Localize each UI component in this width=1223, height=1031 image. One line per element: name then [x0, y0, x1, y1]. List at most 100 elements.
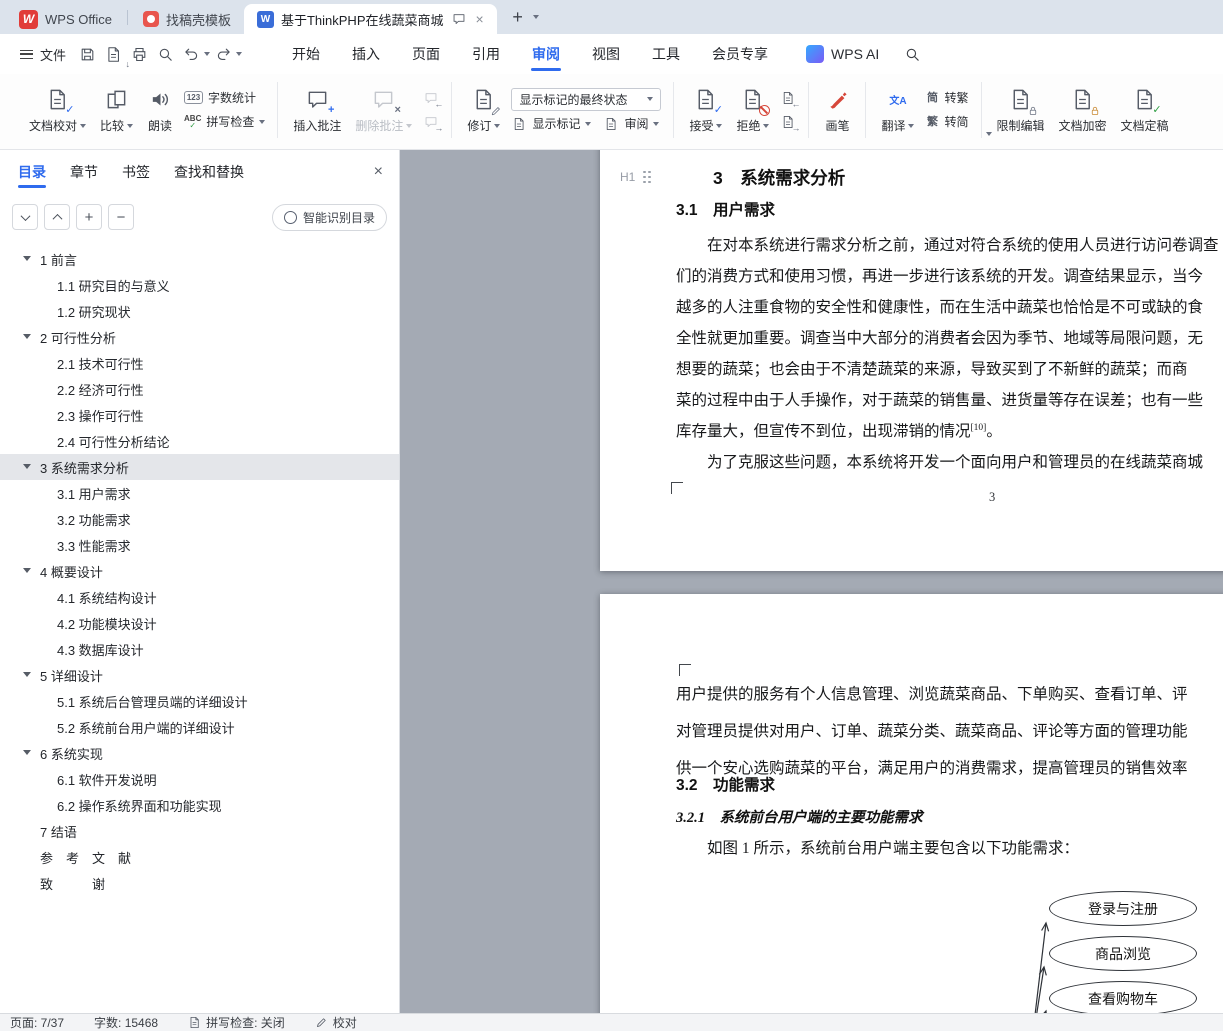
redo-chevron-icon[interactable]: [236, 52, 243, 56]
encrypt-document-button[interactable]: 文档加密: [1052, 84, 1114, 136]
toc-item[interactable]: 2 可行性分析: [0, 324, 399, 350]
use-case-oval[interactable]: 商品浏览: [1049, 936, 1197, 971]
toc-item[interactable]: 4.1 系统结构设计: [0, 584, 399, 610]
document-text-line[interactable]: 用户提供的服务有个人信息管理、浏览蔬菜商品、下单购买、查看订单、评: [676, 673, 1188, 710]
tab-list-chevron[interactable]: [532, 15, 539, 19]
to-traditional-button[interactable]: 简转繁: [925, 90, 969, 106]
toc-item[interactable]: 5.1 系统后台管理员端的详细设计: [0, 688, 399, 714]
word-count-indicator[interactable]: 字数: 15468: [94, 1014, 158, 1031]
section-heading-3-2[interactable]: 3.2 功能需求: [676, 775, 775, 797]
collapse-outline-button[interactable]: [12, 204, 38, 230]
review-pane-button[interactable]: 审阅: [603, 116, 660, 132]
toc-item[interactable]: 5 详细设计: [0, 662, 399, 688]
toc-item[interactable]: 4 概要设计: [0, 558, 399, 584]
menu-tab[interactable]: 工具: [636, 34, 696, 74]
collapse-all-button[interactable]: −: [108, 204, 134, 230]
drag-handle-icon[interactable]: [643, 170, 646, 174]
tab-template-site[interactable]: 找稿壳模板: [130, 4, 244, 34]
menu-tab[interactable]: 插入: [336, 34, 396, 74]
ribbon-more-chevron[interactable]: [986, 132, 992, 136]
menu-tab[interactable]: 审阅: [516, 34, 576, 74]
tab-current-document[interactable]: W 基于ThinkPHP在线蔬菜商城 ×: [243, 4, 497, 34]
search-button[interactable]: [899, 42, 925, 66]
show-markup-button[interactable]: 显示标记: [511, 116, 592, 132]
toc-item[interactable]: 参 考 文 献: [0, 844, 399, 870]
toc-item[interactable]: 2.1 技术可行性: [0, 350, 399, 376]
expand-outline-button[interactable]: [44, 204, 70, 230]
print-button[interactable]: [126, 42, 152, 66]
heading-handle[interactable]: H1: [620, 170, 646, 184]
document-page-4[interactable]: 用户提供的服务有个人信息管理、浏览蔬菜商品、下单购买、查看订单、评 对管理员提供…: [600, 594, 1223, 1013]
sidebar-tab[interactable]: 查找和替换: [174, 150, 244, 194]
menu-tab[interactable]: 视图: [576, 34, 636, 74]
sidebar-tab[interactable]: 书签: [122, 150, 150, 194]
toc-item[interactable]: 1.2 研究现状: [0, 298, 399, 324]
next-revision-button[interactable]: →: [780, 114, 800, 132]
undo-button[interactable]: [178, 42, 211, 66]
toc-item[interactable]: 1.1 研究目的与意义: [0, 272, 399, 298]
markup-state-combobox[interactable]: 显示标记的最终状态: [511, 87, 662, 111]
sidebar-tab[interactable]: 章节: [70, 150, 98, 194]
smart-toc-button[interactable]: 智能识别目录: [271, 203, 387, 231]
toc-item[interactable]: 5.2 系统前台用户端的详细设计: [0, 714, 399, 740]
export-button[interactable]: ↓: [100, 42, 130, 69]
toc-item[interactable]: 6.2 操作系统界面和功能实现: [0, 792, 399, 818]
use-case-oval[interactable]: 查看购物车: [1049, 981, 1197, 1013]
redo-button[interactable]: [210, 42, 243, 66]
toc-item[interactable]: 3.1 用户需求: [0, 480, 399, 506]
compare-button[interactable]: 比较: [93, 84, 140, 136]
word-count-button[interactable]: 123 字数统计: [184, 90, 265, 106]
track-changes-button[interactable]: 修订: [460, 84, 507, 136]
toc-item[interactable]: 6.1 软件开发说明: [0, 766, 399, 792]
document-text-line[interactable]: 越多的人注重食物的安全性和健康性，而在生活中蔬菜也恰恰是不可或缺的食: [676, 289, 1219, 320]
restrict-editing-button[interactable]: 限制编辑: [990, 84, 1052, 136]
next-comment-button[interactable]: →: [423, 114, 443, 132]
subsection-heading-3-2-1[interactable]: 3.2.1 系统前台用户端的主要功能需求: [676, 807, 923, 829]
sidebar-tab[interactable]: 目录: [18, 150, 46, 194]
document-text-line[interactable]: 全性就更加重要。调查当中大部分的消费者会因为季节、地域等局限问题，无: [676, 320, 1219, 351]
previous-comment-button[interactable]: ←: [423, 90, 443, 108]
finalize-document-button[interactable]: ✓ 文档定稿: [1114, 84, 1176, 136]
chapter-heading[interactable]: 3 系统需求分析: [713, 166, 845, 190]
document-text-line[interactable]: 库存量大，但宣传不到位，出现滞销的情况[10]。: [676, 413, 1219, 444]
translate-button[interactable]: 文A 翻译: [874, 84, 921, 136]
toc-item[interactable]: 3.3 性能需求: [0, 532, 399, 558]
figure-intro-line[interactable]: 如图 1 所示，系统前台用户端主要包含以下功能需求：: [676, 838, 1079, 860]
toc-item[interactable]: 2.4 可行性分析结论: [0, 428, 399, 454]
document-text-line[interactable]: 想要的蔬菜；也会由于不清楚蔬菜的来源，导致买到了不新鲜的蔬菜；而商: [676, 351, 1219, 382]
menu-tab[interactable]: 会员专享: [696, 34, 784, 74]
expand-all-button[interactable]: +: [76, 204, 102, 230]
toc-item[interactable]: 致 谢: [0, 870, 399, 896]
toc-item[interactable]: 2.3 操作可行性: [0, 402, 399, 428]
spellcheck-indicator[interactable]: 拼写检查: 关闭: [188, 1014, 285, 1031]
proofread-indicator[interactable]: 校对: [315, 1014, 357, 1031]
document-canvas[interactable]: H1 3 系统需求分析 3.1 用户需求 在对本系统进行需求分析之前，通过对符合…: [400, 150, 1223, 1013]
section-heading-3-1[interactable]: 3.1 用户需求: [676, 200, 775, 222]
document-text-line[interactable]: 为了克服这些问题，本系统将开发一个面向用户和管理员的在线蔬菜商城: [676, 444, 1219, 475]
toc-item[interactable]: 2.2 经济可行性: [0, 376, 399, 402]
insert-comment-button[interactable]: + 插入批注: [286, 84, 348, 136]
new-tab-button[interactable]: +: [505, 4, 531, 30]
menu-tab[interactable]: 开始: [276, 34, 336, 74]
wps-ai-button[interactable]: WPS AI: [806, 45, 879, 63]
toc-item[interactable]: 3 系统需求分析: [0, 454, 399, 480]
tab-wps-office-home[interactable]: W WPS Office: [6, 4, 125, 34]
delete-comment-button[interactable]: × 删除批注: [348, 84, 419, 136]
document-page-3[interactable]: H1 3 系统需求分析 3.1 用户需求 在对本系统进行需求分析之前，通过对符合…: [600, 150, 1223, 571]
menu-tab[interactable]: 页面: [396, 34, 456, 74]
menu-tab[interactable]: 引用: [456, 34, 516, 74]
previous-revision-button[interactable]: ←: [780, 90, 800, 108]
use-case-oval[interactable]: 登录与注册: [1049, 891, 1197, 926]
close-tab-icon[interactable]: ×: [476, 12, 484, 26]
document-text-line[interactable]: 对管理员提供对用户、订单、蔬菜分类、蔬菜商品、评论等方面的管理功能: [676, 710, 1188, 747]
to-simplified-button[interactable]: 繁转简: [925, 114, 969, 130]
document-text-line[interactable]: 在对本系统进行需求分析之前，通过对符合系统的使用人员进行访问卷调查: [676, 227, 1219, 258]
print-preview-button[interactable]: [152, 42, 178, 66]
toc-item[interactable]: 1 前言: [0, 246, 399, 272]
pen-button[interactable]: 画笔: [817, 84, 857, 136]
accept-change-button[interactable]: ✓ 接受: [682, 84, 729, 136]
spell-check-button[interactable]: ABC ✓ 拼写检查: [184, 114, 266, 130]
toc-item[interactable]: 4.2 功能模块设计: [0, 610, 399, 636]
toc-item[interactable]: 6 系统实现: [0, 740, 399, 766]
page-indicator[interactable]: 页面: 7/37: [10, 1014, 64, 1031]
